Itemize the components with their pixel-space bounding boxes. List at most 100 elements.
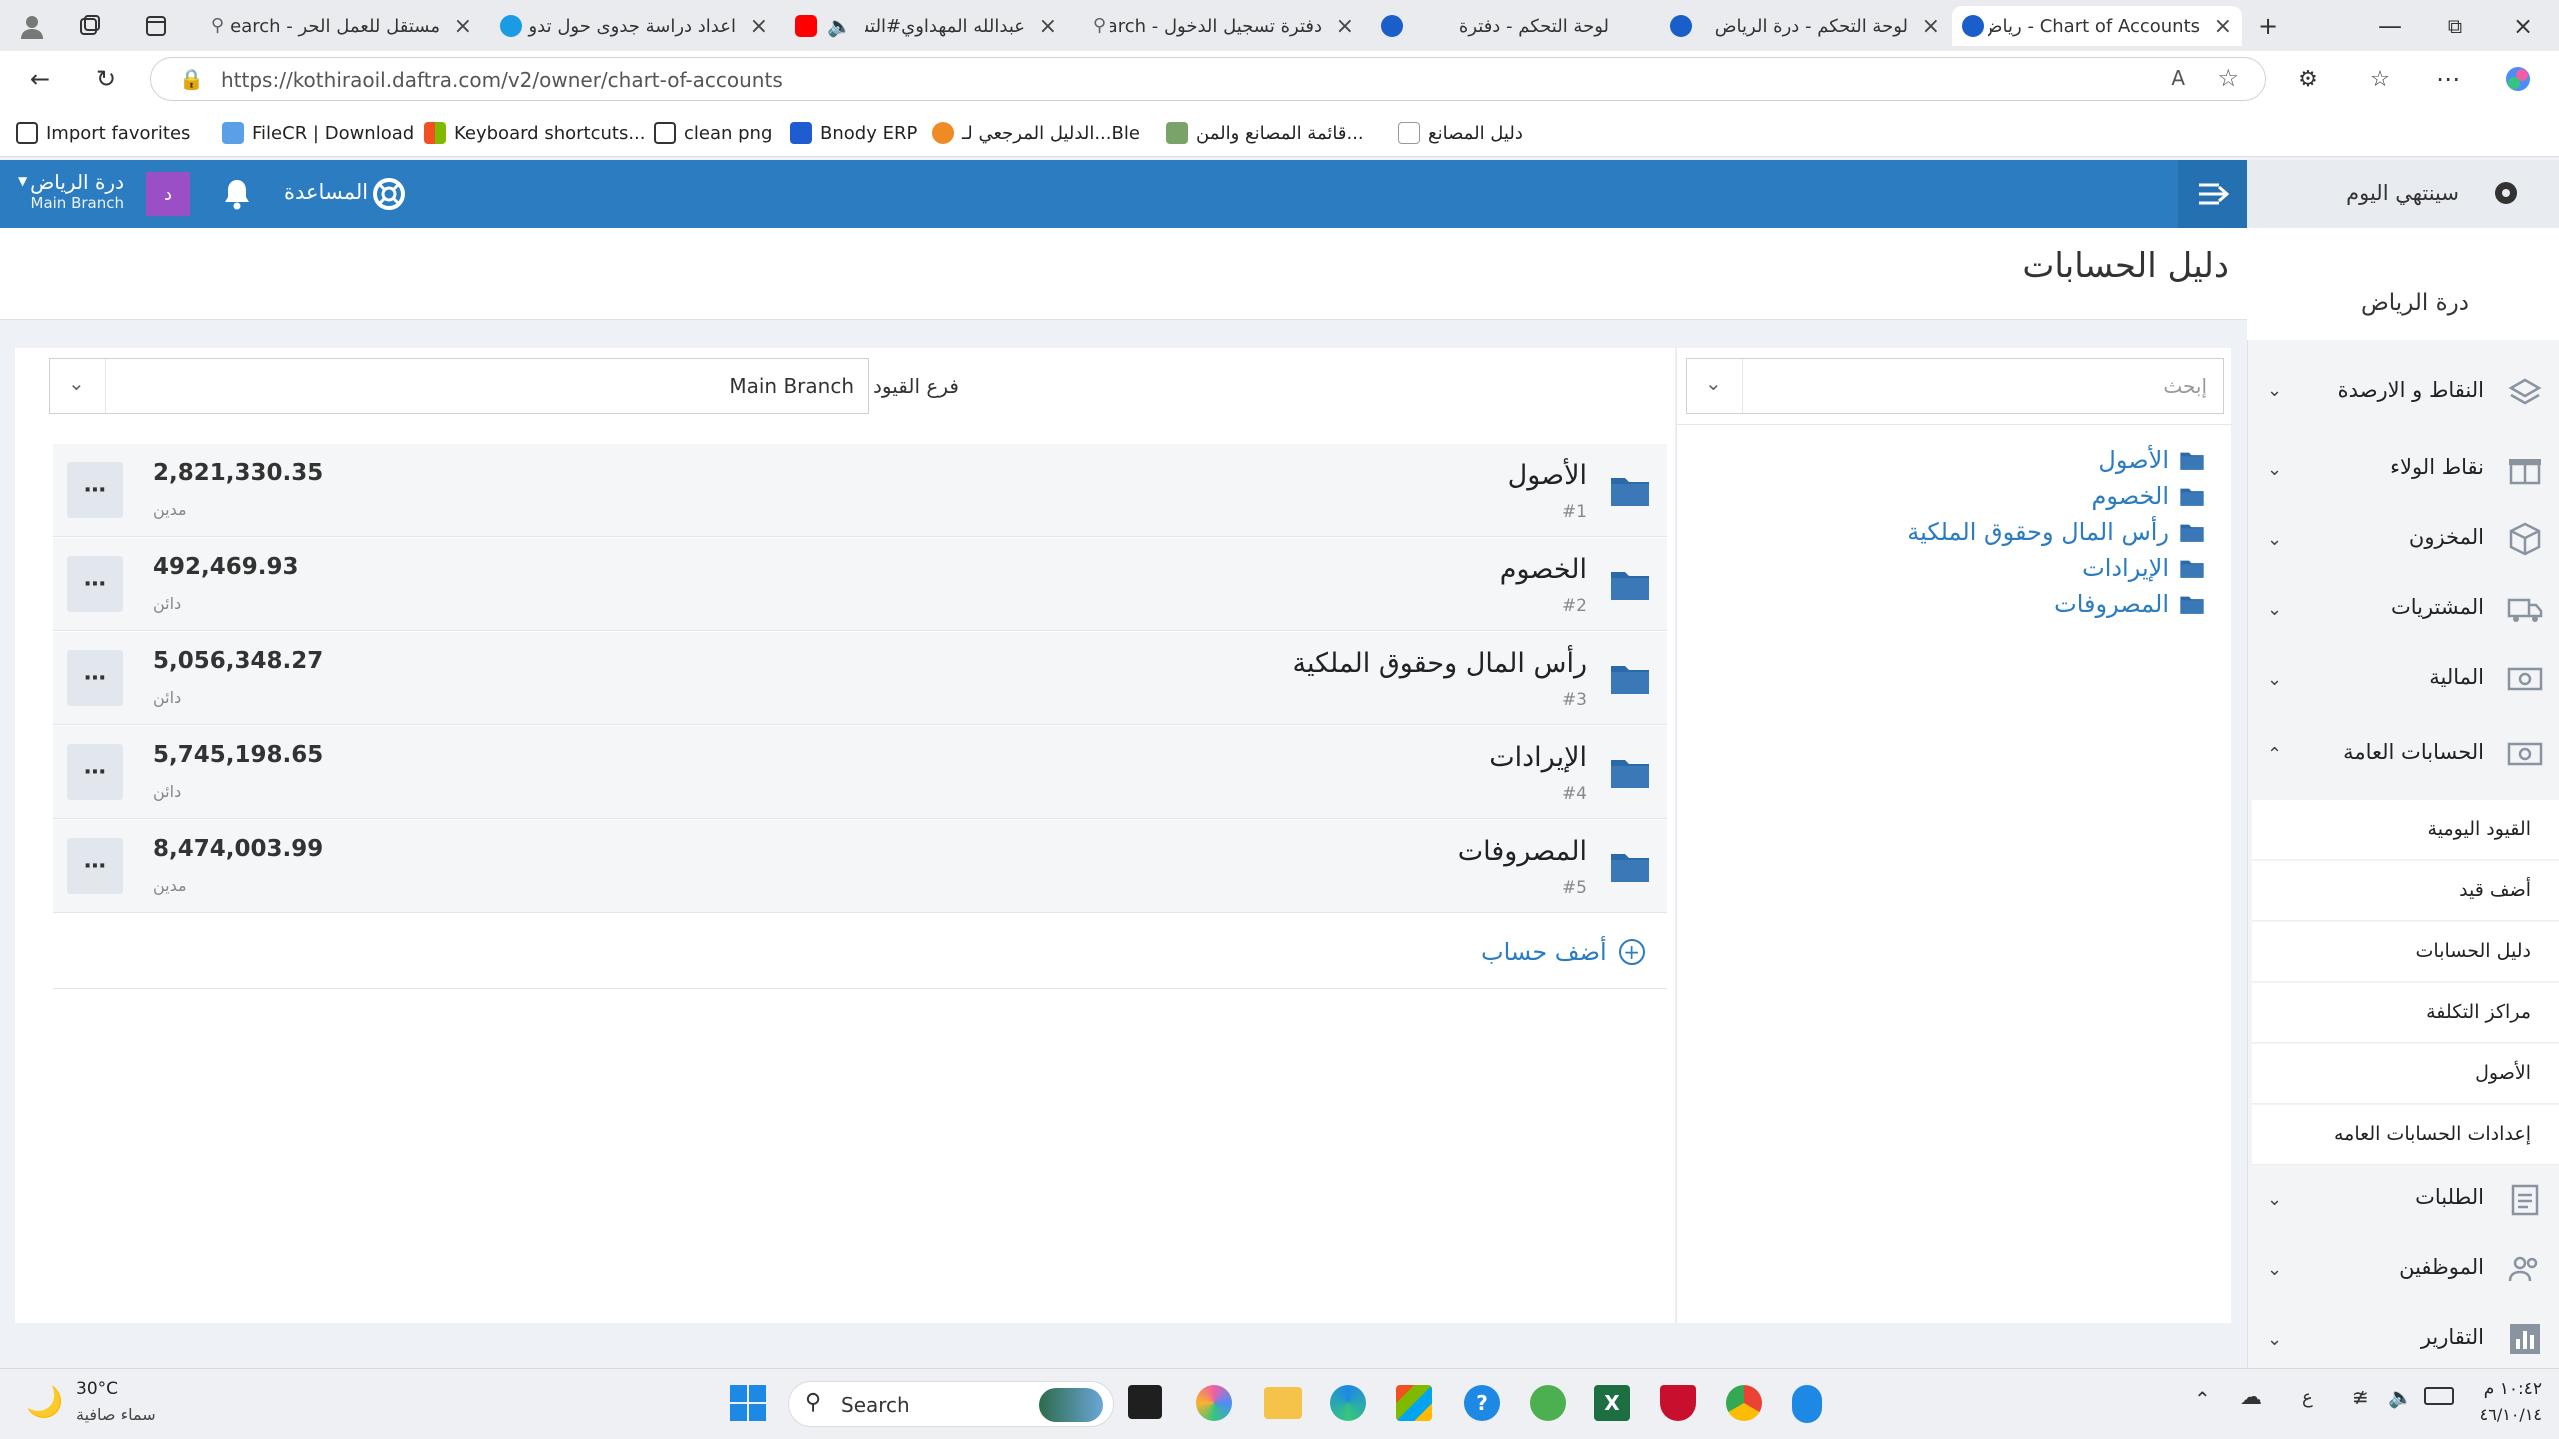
lifebuoy-icon[interactable] — [372, 177, 406, 216]
browser-tab[interactable]: 🔈 عبدالله المهداوي#التش × — [785, 6, 1067, 46]
tree-search-input[interactable]: ⌄ إبحث — [1686, 358, 2224, 414]
weather-desc[interactable]: سماء صافية — [76, 1405, 156, 1424]
browser-tab[interactable]: اعداد دراسة جدوى حول تدو × — [490, 6, 778, 46]
volume-icon[interactable]: 🔈 — [2388, 1385, 2413, 1409]
more-actions-button[interactable]: ⋯ — [67, 744, 123, 800]
copilot-icon[interactable] — [2500, 61, 2536, 97]
wifi-icon[interactable]: ≇ — [2352, 1385, 2369, 1409]
bell-icon[interactable] — [222, 178, 252, 215]
branch-filter-select[interactable]: ⌄ Main Branch — [49, 358, 869, 414]
close-icon[interactable]: × — [1039, 14, 1057, 39]
cloud-icon[interactable]: ☁ — [2240, 1385, 2262, 1410]
browser-tab[interactable]: ⚲ دفترة تسجيل الدخول - arch × — [1074, 6, 1364, 46]
sidebar-item[interactable]: المالية ⌄ — [2247, 645, 2559, 715]
avatar[interactable]: د — [146, 172, 190, 216]
file-explorer-icon[interactable] — [1264, 1387, 1302, 1419]
tree-node[interactable]: الإيرادات — [2082, 552, 2205, 584]
sidebar-item[interactable]: المخزون ⌄ — [2247, 505, 2559, 575]
close-icon[interactable]: × — [454, 14, 472, 39]
account-row[interactable]: الإيرادات #4 5,745,198.65 دائن ⋯ — [53, 726, 1667, 819]
browser-tab[interactable]: ⚲ مستقل للعمل الحر - earch × — [192, 6, 482, 46]
more-actions-button[interactable]: ⋯ — [67, 556, 123, 612]
store-icon[interactable] — [1396, 1385, 1432, 1421]
sidebar-item[interactable]: الموظفين ⌄ — [2247, 1235, 2559, 1301]
favorite-cleanpng[interactable]: clean png — [654, 119, 772, 147]
window-close-icon[interactable]: × — [2505, 8, 2541, 44]
tree-node[interactable]: المصروفات — [2054, 588, 2205, 620]
utorrent-icon[interactable] — [1530, 1385, 1566, 1421]
account-row[interactable]: الخصوم #2 492,469.93 دائن ⋯ — [53, 538, 1667, 631]
weather-temp[interactable]: 30°C — [76, 1379, 118, 1399]
account-name[interactable]: المصروفات — [1458, 836, 1587, 867]
speaker-icon[interactable]: 🔈 — [827, 14, 852, 38]
minimize-icon[interactable]: — — [2372, 8, 2408, 44]
extensions-icon[interactable]: ⚙ — [2290, 61, 2326, 97]
bluetooth-icon[interactable] — [1792, 1385, 1822, 1423]
task-view-icon[interactable] — [1128, 1385, 1162, 1419]
account-row[interactable]: رأس المال وحقوق الملكية #3 5,056,348.27 … — [53, 632, 1667, 725]
close-icon[interactable]: × — [750, 14, 768, 39]
edge-icon[interactable] — [1330, 1385, 1366, 1421]
sidebar-toggle-icon[interactable] — [2178, 160, 2247, 228]
sidebar-item[interactable]: المشتريات ⌄ — [2247, 575, 2559, 645]
sidebar-subitem[interactable]: أضف قيد — [2252, 861, 2559, 921]
close-icon[interactable]: × — [1922, 14, 1940, 39]
excel-icon[interactable]: X — [1594, 1385, 1630, 1421]
language-indicator[interactable]: ع — [2302, 1387, 2313, 1408]
copilot-icon[interactable] — [1196, 1385, 1232, 1421]
back-icon[interactable]: ← — [22, 61, 58, 97]
account-name[interactable]: رأس المال وحقوق الملكية — [1292, 648, 1587, 679]
more-actions-button[interactable]: ⋯ — [67, 838, 123, 894]
favorite-factories-guide[interactable]: دليل المصانع — [1398, 119, 1523, 147]
sidebar-subitem[interactable]: مراكز التكلفة — [2252, 983, 2559, 1043]
new-tab-icon[interactable]: + — [2250, 8, 2286, 44]
account-name[interactable]: الإيرادات — [1489, 742, 1587, 773]
account-row[interactable]: الأصول #1 2,821,330.35 مدين ⋯ — [53, 444, 1667, 537]
account-name[interactable]: الخصوم — [1500, 554, 1587, 585]
tree-node[interactable]: الخصوم — [2091, 480, 2205, 512]
close-icon[interactable]: × — [1336, 14, 1354, 39]
sidebar-subitem[interactable]: إعدادات الحسابات العامه — [2252, 1105, 2559, 1165]
more-actions-button[interactable]: ⋯ — [67, 462, 123, 518]
sidebar-item[interactable]: النقاط و الارصدة ⌄ — [2247, 372, 2559, 412]
read-aloud-icon[interactable]: A⁳ — [2171, 66, 2185, 90]
favorite-factories-list[interactable]: قائمة المصانع والمن... — [1166, 119, 1364, 147]
help-link[interactable]: المساعدة — [284, 180, 368, 204]
workspaces-icon[interactable] — [72, 8, 108, 44]
help-icon[interactable]: ? — [1464, 1385, 1500, 1421]
restore-icon[interactable]: ⧉ — [2437, 8, 2473, 44]
sidebar-item[interactable]: التقارير ⌄ — [2247, 1305, 2559, 1371]
account-name[interactable]: الأصول — [1508, 460, 1587, 491]
sidebar-item[interactable]: الحسابات العامة ⌃ — [2247, 720, 2559, 790]
chrome-icon[interactable] — [1726, 1385, 1762, 1421]
browser-tab[interactable]: لوحة التحكم - دفترة — [1371, 6, 1651, 46]
refresh-icon[interactable]: ↻ — [88, 61, 124, 97]
tree-node[interactable]: الأصول — [2098, 444, 2205, 476]
tree-node[interactable]: رأس المال وحقوق الملكية — [1907, 516, 2205, 548]
favorite-filecr[interactable]: FileCR | Download — [222, 119, 414, 147]
windows-start-icon[interactable] — [730, 1385, 766, 1426]
browser-tab[interactable]: لوحة التحكم - درة الرياض × — [1660, 6, 1950, 46]
clock-date[interactable]: ٤٦/١٠/١٤ — [2470, 1405, 2542, 1424]
favorite-star-icon[interactable]: ☆ — [2217, 64, 2239, 92]
profile-icon[interactable] — [14, 8, 50, 44]
url-field[interactable]: 🔒 https://kothiraoil.daftra.com/v2/owner… — [150, 57, 2266, 101]
favorite-blender[interactable]: الدليل المرجعي لـ...Ble — [932, 119, 1140, 147]
sidebar-subitem[interactable]: القيود اليومية — [2252, 800, 2559, 860]
subscription-status[interactable]: سينتهي اليوم — [2247, 160, 2559, 228]
sidebar-subitem[interactable]: الأصول — [2252, 1044, 2559, 1104]
favorite-bnody[interactable]: Bnody ERP — [790, 119, 917, 147]
more-menu-icon[interactable]: ⋯ — [2430, 61, 2466, 97]
battery-icon[interactable] — [2424, 1387, 2454, 1405]
vertical-tabs-icon[interactable] — [138, 8, 174, 44]
chevron-up-icon[interactable]: ⌃ — [2194, 1387, 2211, 1411]
sidebar-item[interactable]: نقاط الولاء ⌄ — [2247, 435, 2559, 505]
branch-switcher[interactable]: درة الرياض Main Branch ▼ — [18, 170, 124, 212]
more-actions-button[interactable]: ⋯ — [67, 650, 123, 706]
favorite-shortcuts[interactable]: Keyboard shortcuts... — [424, 119, 646, 147]
favorite-import[interactable]: Import favorites — [16, 119, 190, 147]
favorites-icon[interactable]: ☆ — [2362, 61, 2398, 97]
browser-tab-active[interactable]: Chart of Accounts - رياض × — [1952, 6, 2242, 46]
sidebar-item[interactable]: الطلبات ⌄ — [2247, 1165, 2559, 1231]
add-account-button[interactable]: + أضف حساب — [1481, 938, 1645, 966]
